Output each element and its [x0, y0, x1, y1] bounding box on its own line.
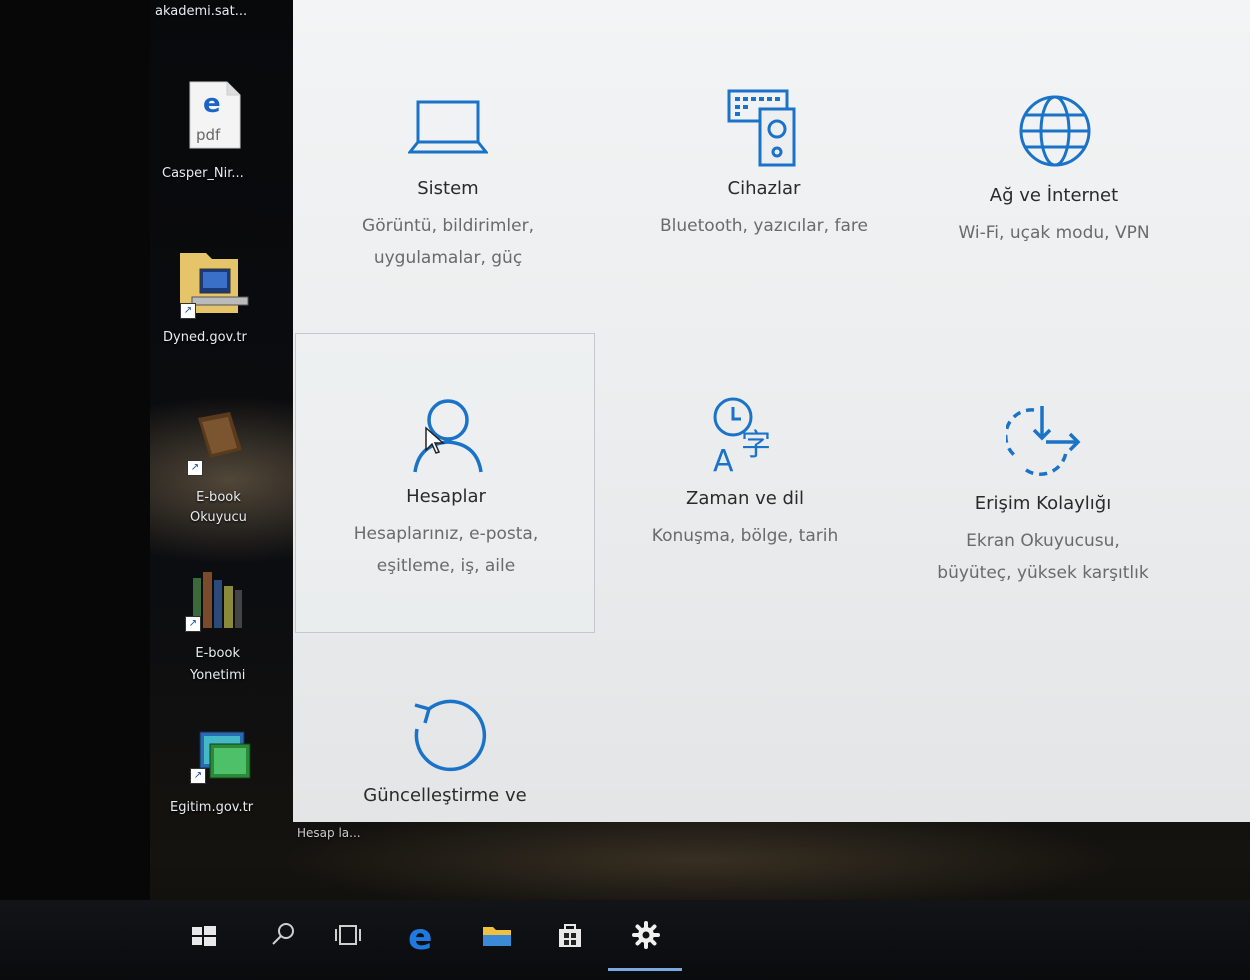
ease-of-access-icon: [1006, 406, 1081, 476]
tile-desc-line: Konuşma, bölge, tarih: [651, 526, 839, 546]
network-screens-icon[interactable]: ↗: [186, 728, 256, 788]
tile-desc-line: büyüteç, yüksek karşıtlık: [937, 563, 1149, 583]
keyboard-speaker-icon: [727, 89, 796, 167]
svg-text:e: e: [203, 89, 221, 119]
tile-sistem[interactable]: Sistem Görüntü, bildirimler, uygulamalar…: [298, 30, 598, 330]
tile-desc-line: Hesaplarınız, e-posta,: [353, 524, 539, 544]
tile-title: Hesaplar: [406, 486, 486, 507]
desktop-icon-label[interactable]: E-book Yonetimi: [190, 643, 245, 687]
laptop-icon: [408, 100, 488, 154]
update-refresh-icon: [414, 699, 487, 772]
tile-title: Zaman ve dil: [686, 488, 804, 509]
edge-browser-icon[interactable]: e: [402, 915, 442, 958]
tile-title: Sistem: [417, 178, 479, 199]
shortcut-arrow-icon: ↗: [190, 768, 206, 784]
books-icon[interactable]: ↗: [183, 568, 258, 633]
person-icon: [413, 399, 483, 473]
task-view-icon[interactable]: [328, 915, 368, 955]
store-icon[interactable]: [550, 915, 590, 955]
tile-ag-ve-internet[interactable]: Ağ ve İnternet Wi-Fi, uçak modu, VPN: [904, 35, 1204, 335]
tile-guncellestirme[interactable]: Güncelleştirme ve: [295, 635, 595, 822]
tile-desc-line: Ekran Okuyucusu,: [966, 531, 1120, 551]
svg-text:e: e: [408, 917, 432, 955]
tile-zaman-ve-dil[interactable]: A 字 Zaman ve dil Konuşma, bölge, tarih: [595, 333, 895, 633]
hidden-desktop-label[interactable]: Hesap la...: [297, 826, 361, 840]
active-app-indicator: [608, 968, 682, 971]
tile-erisim-kolayligi[interactable]: Erişim Kolaylığı Ekran Okuyucusu, büyüte…: [893, 338, 1193, 638]
settings-gear-icon[interactable]: [626, 915, 666, 955]
tile-title: Cihazlar: [727, 178, 801, 199]
shortcut-arrow-icon: ↗: [187, 460, 203, 476]
windows-start-icon[interactable]: [184, 915, 224, 955]
pdf-badge-text: pdf: [196, 126, 221, 144]
desktop-icon-label[interactable]: Casper_Nir...: [162, 166, 244, 181]
tile-title: Erişim Kolaylığı: [974, 493, 1112, 514]
file-explorer-icon[interactable]: [477, 915, 517, 955]
tile-desc-line: Görüntü, bildirimler,: [362, 216, 534, 236]
desktop-icon-label[interactable]: Dyned.gov.tr: [163, 330, 247, 345]
tile-title: Güncelleştirme ve: [363, 785, 527, 806]
ebook-reader-icon[interactable]: ↗: [187, 410, 250, 476]
tile-desc-line: uygulamalar, güç: [373, 248, 523, 268]
svg-text:字: 字: [741, 428, 771, 463]
shortcut-arrow-icon: ↗: [185, 616, 201, 632]
time-language-icon: A 字: [713, 397, 771, 475]
shortcut-arrow-icon: ↗: [180, 303, 196, 319]
desktop-icon-label[interactable]: Egitim.gov.tr: [170, 800, 253, 815]
globe-icon: [1019, 95, 1091, 167]
desktop-left-edge: [0, 0, 150, 980]
edge-pdf-icon[interactable]: e pdf: [185, 80, 245, 150]
tile-title: Ağ ve İnternet: [989, 185, 1119, 206]
desktop-icon-label[interactable]: E-book Okuyucu: [190, 488, 247, 528]
svg-text:A: A: [713, 444, 734, 475]
tile-cihazlar[interactable]: Cihazlar Bluetooth, yazıcılar, fare: [614, 30, 914, 330]
computer-folder-icon[interactable]: ↗: [178, 245, 253, 320]
tile-desc-line: eşitleme, iş, aile: [376, 556, 516, 576]
settings-window: Sistem Görüntü, bildirimler, uygulamalar…: [293, 0, 1250, 822]
tile-desc-line: Bluetooth, yazıcılar, fare: [660, 216, 868, 236]
tile-hesaplar[interactable]: Hesaplar Hesaplarınız, e-posta, eşitleme…: [295, 333, 595, 633]
search-icon[interactable]: [262, 915, 302, 955]
desktop-top-label[interactable]: akademi.sat...: [155, 4, 247, 19]
mouse-cursor-icon: [425, 426, 445, 454]
tile-desc-line: Wi-Fi, uçak modu, VPN: [958, 223, 1150, 243]
